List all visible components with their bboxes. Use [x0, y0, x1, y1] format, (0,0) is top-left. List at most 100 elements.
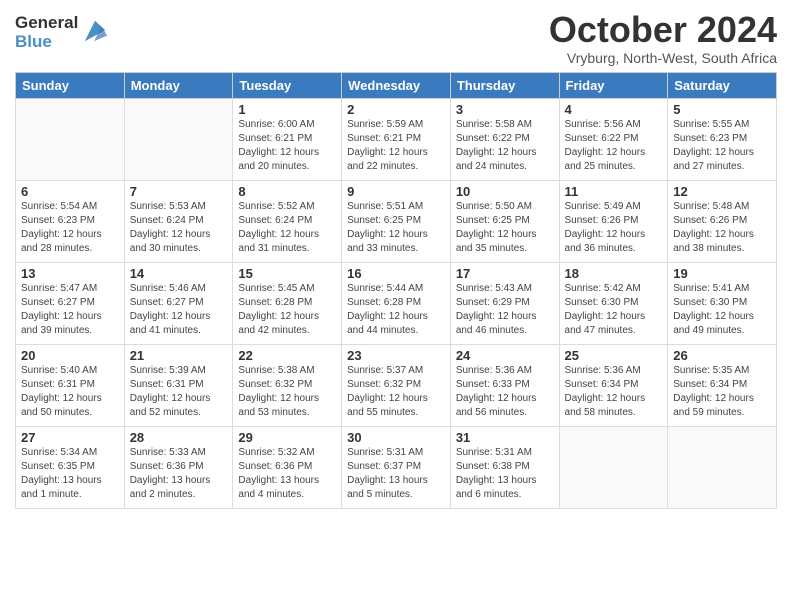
- week-row-3: 13Sunrise: 5:47 AM Sunset: 6:27 PM Dayli…: [16, 262, 777, 344]
- day-info: Sunrise: 5:45 AM Sunset: 6:28 PM Dayligh…: [238, 282, 336, 338]
- calendar-cell: 7Sunrise: 5:53 AM Sunset: 6:24 PM Daylig…: [124, 180, 233, 262]
- week-row-4: 20Sunrise: 5:40 AM Sunset: 6:31 PM Dayli…: [16, 344, 777, 426]
- day-number: 20: [21, 348, 119, 363]
- day-number: 17: [456, 266, 554, 281]
- calendar-cell: [668, 426, 777, 508]
- day-info: Sunrise: 5:36 AM Sunset: 6:34 PM Dayligh…: [565, 364, 663, 420]
- month-title: October 2024: [549, 10, 777, 50]
- calendar-cell: 10Sunrise: 5:50 AM Sunset: 6:25 PM Dayli…: [450, 180, 559, 262]
- calendar-cell: 12Sunrise: 5:48 AM Sunset: 6:26 PM Dayli…: [668, 180, 777, 262]
- calendar-cell: 2Sunrise: 5:59 AM Sunset: 6:21 PM Daylig…: [342, 98, 451, 180]
- day-info: Sunrise: 5:56 AM Sunset: 6:22 PM Dayligh…: [565, 118, 663, 174]
- calendar-cell: 22Sunrise: 5:38 AM Sunset: 6:32 PM Dayli…: [233, 344, 342, 426]
- day-info: Sunrise: 5:55 AM Sunset: 6:23 PM Dayligh…: [673, 118, 771, 174]
- logo-line2: Blue: [15, 33, 78, 52]
- header-thursday: Thursday: [450, 72, 559, 98]
- day-number: 6: [21, 184, 119, 199]
- calendar-cell: 8Sunrise: 5:52 AM Sunset: 6:24 PM Daylig…: [233, 180, 342, 262]
- header-friday: Friday: [559, 72, 668, 98]
- day-number: 23: [347, 348, 445, 363]
- day-info: Sunrise: 5:39 AM Sunset: 6:31 PM Dayligh…: [130, 364, 228, 420]
- header-tuesday: Tuesday: [233, 72, 342, 98]
- header-monday: Monday: [124, 72, 233, 98]
- calendar-cell: 4Sunrise: 5:56 AM Sunset: 6:22 PM Daylig…: [559, 98, 668, 180]
- calendar-cell: 9Sunrise: 5:51 AM Sunset: 6:25 PM Daylig…: [342, 180, 451, 262]
- day-number: 2: [347, 102, 445, 117]
- calendar-cell: 18Sunrise: 5:42 AM Sunset: 6:30 PM Dayli…: [559, 262, 668, 344]
- day-info: Sunrise: 5:53 AM Sunset: 6:24 PM Dayligh…: [130, 200, 228, 256]
- day-info: Sunrise: 5:37 AM Sunset: 6:32 PM Dayligh…: [347, 364, 445, 420]
- calendar-cell: 16Sunrise: 5:44 AM Sunset: 6:28 PM Dayli…: [342, 262, 451, 344]
- logo: General Blue: [15, 14, 109, 51]
- day-info: Sunrise: 5:50 AM Sunset: 6:25 PM Dayligh…: [456, 200, 554, 256]
- header-wednesday: Wednesday: [342, 72, 451, 98]
- calendar-cell: [16, 98, 125, 180]
- day-number: 27: [21, 430, 119, 445]
- day-number: 11: [565, 184, 663, 199]
- day-number: 16: [347, 266, 445, 281]
- day-info: Sunrise: 5:52 AM Sunset: 6:24 PM Dayligh…: [238, 200, 336, 256]
- calendar-cell: 29Sunrise: 5:32 AM Sunset: 6:36 PM Dayli…: [233, 426, 342, 508]
- day-info: Sunrise: 6:00 AM Sunset: 6:21 PM Dayligh…: [238, 118, 336, 174]
- day-info: Sunrise: 5:59 AM Sunset: 6:21 PM Dayligh…: [347, 118, 445, 174]
- calendar-cell: 1Sunrise: 6:00 AM Sunset: 6:21 PM Daylig…: [233, 98, 342, 180]
- day-info: Sunrise: 5:31 AM Sunset: 6:38 PM Dayligh…: [456, 446, 554, 502]
- calendar-cell: 30Sunrise: 5:31 AM Sunset: 6:37 PM Dayli…: [342, 426, 451, 508]
- day-info: Sunrise: 5:54 AM Sunset: 6:23 PM Dayligh…: [21, 200, 119, 256]
- location-subtitle: Vryburg, North-West, South Africa: [549, 50, 777, 66]
- day-number: 29: [238, 430, 336, 445]
- day-info: Sunrise: 5:48 AM Sunset: 6:26 PM Dayligh…: [673, 200, 771, 256]
- day-info: Sunrise: 5:41 AM Sunset: 6:30 PM Dayligh…: [673, 282, 771, 338]
- day-info: Sunrise: 5:35 AM Sunset: 6:34 PM Dayligh…: [673, 364, 771, 420]
- day-info: Sunrise: 5:43 AM Sunset: 6:29 PM Dayligh…: [456, 282, 554, 338]
- day-info: Sunrise: 5:33 AM Sunset: 6:36 PM Dayligh…: [130, 446, 228, 502]
- week-row-2: 6Sunrise: 5:54 AM Sunset: 6:23 PM Daylig…: [16, 180, 777, 262]
- day-info: Sunrise: 5:58 AM Sunset: 6:22 PM Dayligh…: [456, 118, 554, 174]
- calendar-cell: 28Sunrise: 5:33 AM Sunset: 6:36 PM Dayli…: [124, 426, 233, 508]
- header: General Blue October 2024 Vryburg, North…: [15, 10, 777, 66]
- calendar-cell: 15Sunrise: 5:45 AM Sunset: 6:28 PM Dayli…: [233, 262, 342, 344]
- calendar-cell: 13Sunrise: 5:47 AM Sunset: 6:27 PM Dayli…: [16, 262, 125, 344]
- calendar-cell: 26Sunrise: 5:35 AM Sunset: 6:34 PM Dayli…: [668, 344, 777, 426]
- day-info: Sunrise: 5:40 AM Sunset: 6:31 PM Dayligh…: [21, 364, 119, 420]
- day-info: Sunrise: 5:47 AM Sunset: 6:27 PM Dayligh…: [21, 282, 119, 338]
- day-info: Sunrise: 5:51 AM Sunset: 6:25 PM Dayligh…: [347, 200, 445, 256]
- day-number: 13: [21, 266, 119, 281]
- header-saturday: Saturday: [668, 72, 777, 98]
- day-number: 3: [456, 102, 554, 117]
- day-number: 1: [238, 102, 336, 117]
- day-number: 5: [673, 102, 771, 117]
- logo-icon: [81, 17, 109, 45]
- day-number: 18: [565, 266, 663, 281]
- calendar-cell: 24Sunrise: 5:36 AM Sunset: 6:33 PM Dayli…: [450, 344, 559, 426]
- week-row-5: 27Sunrise: 5:34 AM Sunset: 6:35 PM Dayli…: [16, 426, 777, 508]
- calendar-cell: 11Sunrise: 5:49 AM Sunset: 6:26 PM Dayli…: [559, 180, 668, 262]
- calendar-cell: 27Sunrise: 5:34 AM Sunset: 6:35 PM Dayli…: [16, 426, 125, 508]
- calendar: Sunday Monday Tuesday Wednesday Thursday…: [15, 72, 777, 509]
- calendar-cell: [559, 426, 668, 508]
- calendar-cell: 17Sunrise: 5:43 AM Sunset: 6:29 PM Dayli…: [450, 262, 559, 344]
- day-info: Sunrise: 5:38 AM Sunset: 6:32 PM Dayligh…: [238, 364, 336, 420]
- day-number: 9: [347, 184, 445, 199]
- day-number: 31: [456, 430, 554, 445]
- calendar-cell: 21Sunrise: 5:39 AM Sunset: 6:31 PM Dayli…: [124, 344, 233, 426]
- calendar-cell: 19Sunrise: 5:41 AM Sunset: 6:30 PM Dayli…: [668, 262, 777, 344]
- calendar-cell: 25Sunrise: 5:36 AM Sunset: 6:34 PM Dayli…: [559, 344, 668, 426]
- calendar-cell: 5Sunrise: 5:55 AM Sunset: 6:23 PM Daylig…: [668, 98, 777, 180]
- day-number: 15: [238, 266, 336, 281]
- logo-line1: General: [15, 14, 78, 33]
- day-info: Sunrise: 5:36 AM Sunset: 6:33 PM Dayligh…: [456, 364, 554, 420]
- calendar-cell: 23Sunrise: 5:37 AM Sunset: 6:32 PM Dayli…: [342, 344, 451, 426]
- day-number: 30: [347, 430, 445, 445]
- day-number: 19: [673, 266, 771, 281]
- day-info: Sunrise: 5:32 AM Sunset: 6:36 PM Dayligh…: [238, 446, 336, 502]
- calendar-cell: [124, 98, 233, 180]
- day-info: Sunrise: 5:31 AM Sunset: 6:37 PM Dayligh…: [347, 446, 445, 502]
- day-number: 12: [673, 184, 771, 199]
- header-sunday: Sunday: [16, 72, 125, 98]
- day-number: 10: [456, 184, 554, 199]
- day-number: 7: [130, 184, 228, 199]
- day-info: Sunrise: 5:46 AM Sunset: 6:27 PM Dayligh…: [130, 282, 228, 338]
- day-number: 28: [130, 430, 228, 445]
- day-number: 25: [565, 348, 663, 363]
